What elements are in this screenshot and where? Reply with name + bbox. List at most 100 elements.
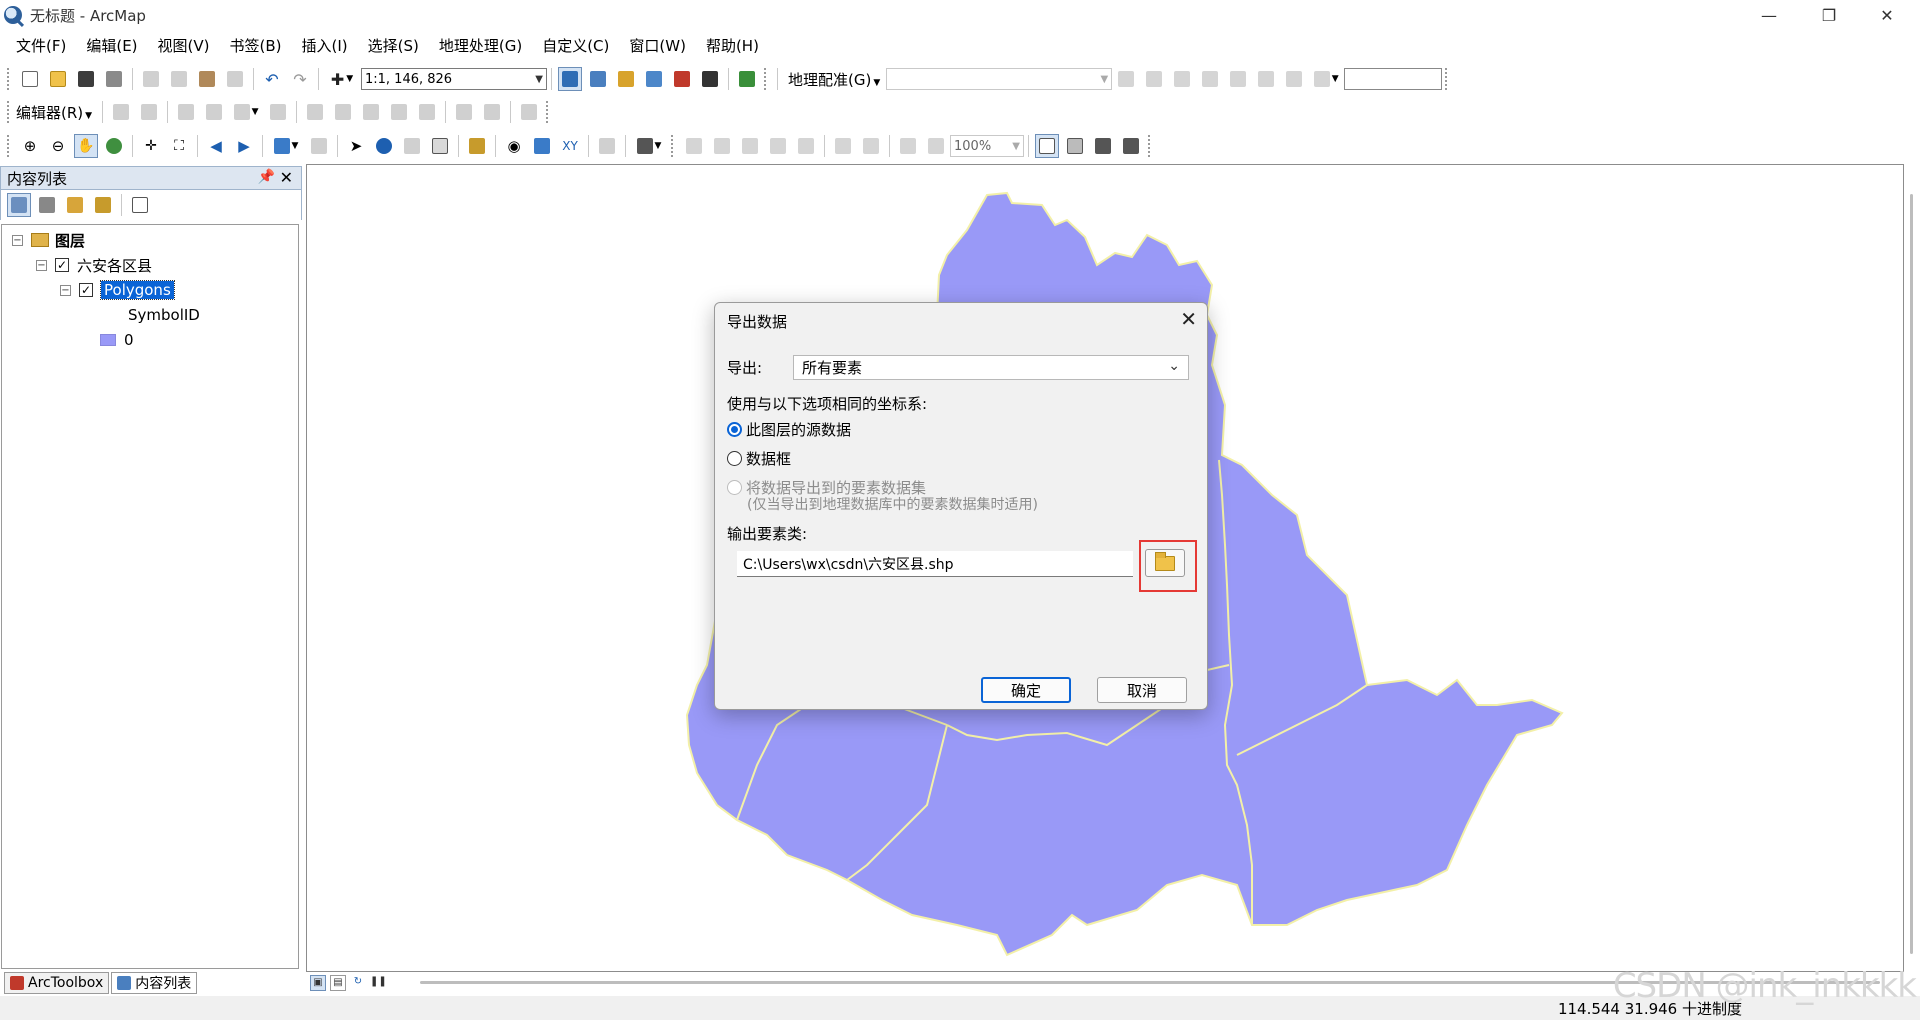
layout-view-button[interactable]: ▤ [330, 975, 346, 991]
tree-node-layer-group[interactable]: − ✓ 六安各区县 [36, 254, 152, 276]
go-back-button[interactable]: ◀ [204, 134, 228, 158]
layout-zoom-in-button[interactable] [682, 134, 706, 158]
open-button[interactable] [46, 67, 70, 91]
sketch-properties-button[interactable] [480, 100, 504, 124]
edit-tool-button[interactable] [109, 100, 133, 124]
focus-data-frame-button[interactable] [1063, 134, 1087, 158]
add-data-button[interactable]: ✚ ▼ [325, 67, 359, 91]
symbol-swatch[interactable] [100, 334, 116, 346]
toc-window-button[interactable] [586, 67, 610, 91]
change-layout-button[interactable] [1091, 134, 1115, 158]
reshape-button[interactable] [331, 100, 355, 124]
georef-tool-7[interactable] [1282, 67, 1306, 91]
editor-toolbar-button[interactable] [558, 67, 582, 91]
undo-button[interactable]: ↶ [260, 67, 284, 91]
georef-text-input[interactable] [1344, 68, 1443, 90]
layout-forward-button[interactable] [924, 134, 948, 158]
search-window-button[interactable] [642, 67, 666, 91]
select-elements-button[interactable]: ➤ [344, 134, 368, 158]
menu-geoprocessing[interactable]: 地理处理(G) [429, 32, 532, 60]
close-icon[interactable]: ✕ [280, 168, 293, 187]
find-route-button[interactable] [530, 134, 554, 158]
menu-insert[interactable]: 插入(I) [292, 32, 358, 60]
zoom-whole-page-button[interactable] [766, 134, 790, 158]
layer-group-visibility-checkbox[interactable]: ✓ [55, 258, 69, 272]
scroll-track[interactable] [1910, 194, 1913, 954]
layout-back-button[interactable] [896, 134, 920, 158]
tab-table-of-contents[interactable]: 内容列表 [111, 972, 198, 994]
tab-arctoolbox[interactable]: ArcToolbox [4, 972, 110, 994]
new-document-button[interactable] [18, 67, 42, 91]
menu-edit[interactable]: 编辑(E) [76, 32, 147, 60]
pan-button[interactable]: ✋ [74, 134, 98, 158]
map-scale-combo[interactable]: 1:1, 146, 826 ▼ [361, 68, 547, 90]
redo-button[interactable]: ↷ [288, 67, 312, 91]
layout-zoom-out-button[interactable] [710, 134, 734, 158]
georef-tool-1[interactable] [1114, 67, 1138, 91]
delete-button[interactable] [223, 67, 247, 91]
menu-bookmarks[interactable]: 书签(B) [220, 32, 292, 60]
save-button[interactable] [74, 67, 98, 91]
collapse-icon[interactable]: − [36, 259, 47, 271]
georef-tool-5[interactable] [1226, 67, 1250, 91]
browse-button[interactable] [1145, 549, 1185, 577]
close-icon[interactable]: ✕ [1180, 307, 1197, 331]
georef-tool-2[interactable] [1142, 67, 1166, 91]
find-button[interactable]: ◉ [502, 134, 526, 158]
list-by-drawing-order-button[interactable] [7, 193, 31, 217]
toolbar-grip[interactable] [1148, 135, 1152, 157]
layer-name-label[interactable]: Polygons [100, 280, 175, 300]
radio-layer-source-data[interactable]: 此图层的源数据 [727, 419, 851, 440]
zoom-100-button[interactable] [794, 134, 818, 158]
toolbar-grip[interactable] [1445, 68, 1449, 90]
straight-segment-button[interactable] [174, 100, 198, 124]
attributes-button[interactable] [452, 100, 476, 124]
clear-selection-button[interactable] [307, 134, 331, 158]
toolbar-grip[interactable] [7, 68, 11, 90]
create-viewer-button[interactable]: ▼ [632, 134, 666, 158]
georef-tool-3[interactable] [1170, 67, 1194, 91]
georef-tool-6[interactable] [1254, 67, 1278, 91]
toolbar-grip[interactable] [7, 101, 11, 123]
list-by-selection-button[interactable] [91, 193, 115, 217]
layer-visibility-checkbox[interactable]: ✓ [79, 283, 93, 297]
fixed-layout-in-button[interactable] [831, 134, 855, 158]
collapse-icon[interactable]: − [60, 284, 71, 296]
georeferencing-menu[interactable]: 地理配准(G) ▼ [788, 69, 880, 90]
full-extent-button[interactable] [102, 134, 126, 158]
collapse-icon[interactable]: − [12, 234, 23, 246]
construction-tools-button[interactable]: ▼ [230, 100, 262, 124]
georef-tool-8[interactable]: ▼ [1310, 67, 1342, 91]
georef-layer-combo[interactable]: ▼ [886, 68, 1113, 90]
toc-options-button[interactable] [128, 193, 152, 217]
toolbar-grip[interactable] [546, 101, 550, 123]
measure-button[interactable] [465, 134, 489, 158]
create-features-button[interactable] [517, 100, 541, 124]
georef-tool-4[interactable] [1198, 67, 1222, 91]
toolbar-grip[interactable] [671, 135, 675, 157]
html-popup-button[interactable] [428, 134, 452, 158]
editor-menu[interactable]: 编辑器(R) ▼ [16, 102, 92, 123]
python-window-button[interactable] [698, 67, 722, 91]
menu-customize[interactable]: 自定义(C) [532, 32, 619, 60]
split-button[interactable] [387, 100, 411, 124]
time-slider-button[interactable] [595, 134, 619, 158]
hyperlink-button[interactable] [400, 134, 424, 158]
radio-data-frame[interactable]: 数据框 [727, 448, 791, 469]
cancel-button[interactable]: 取消 [1097, 677, 1187, 703]
tree-node-symbol[interactable]: 0 [100, 329, 134, 351]
pin-icon[interactable]: 📌 [258, 169, 275, 185]
fixed-zoom-in-button[interactable]: ✛ [139, 134, 163, 158]
toolbar-grip[interactable] [764, 68, 768, 90]
layout-pan-button[interactable] [738, 134, 762, 158]
fixed-layout-out-button[interactable] [859, 134, 883, 158]
export-features-select[interactable]: 所有要素 ⌄ [793, 355, 1189, 380]
output-path-input[interactable]: C:\Users\wx\csdn\六安区县.shp [737, 551, 1133, 577]
close-icon[interactable]: ✕ [1858, 0, 1916, 30]
list-by-source-button[interactable] [35, 193, 59, 217]
pause-drawing-button[interactable]: ❚❚ [370, 975, 387, 991]
ok-button[interactable]: 确定 [981, 677, 1071, 703]
fixed-zoom-out-button[interactable]: ⛶ [167, 134, 191, 158]
radio-indicator-checked[interactable] [727, 422, 742, 437]
identify-button[interactable] [372, 134, 396, 158]
